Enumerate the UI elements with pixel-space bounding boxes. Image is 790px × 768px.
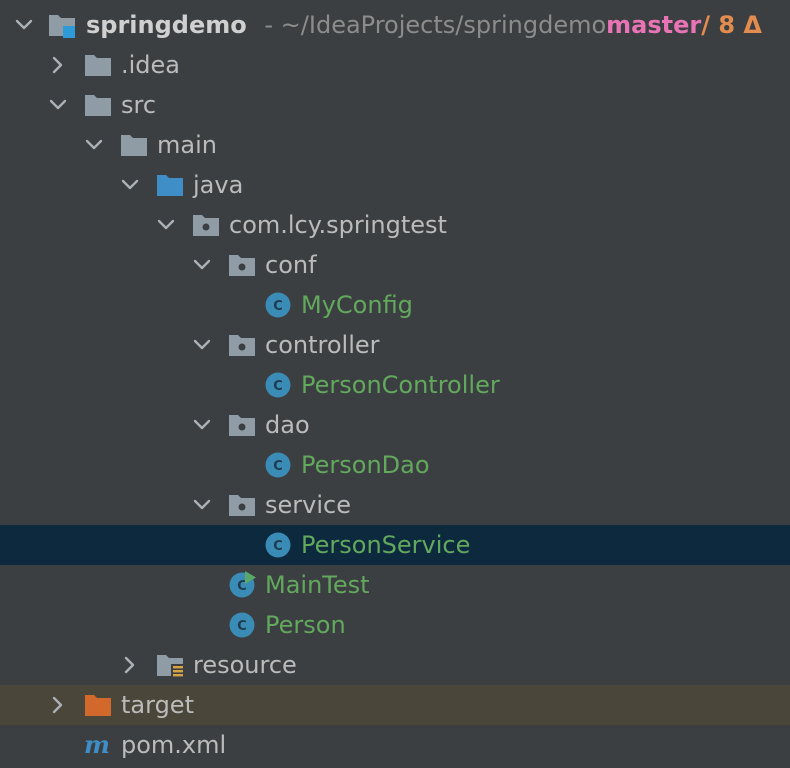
resources-folder-icon — [157, 655, 184, 678]
tree-label-conf: conf — [265, 251, 317, 279]
svg-text:C: C — [273, 299, 283, 314]
chevron-down-icon[interactable] — [46, 93, 70, 117]
git-branch: master — [606, 11, 702, 39]
source-folder-icon — [157, 175, 183, 196]
folder-icon — [121, 135, 147, 156]
chevron-right-icon[interactable] — [46, 53, 70, 77]
tree-label-src: src — [121, 91, 157, 119]
chevron-down-icon[interactable] — [190, 253, 214, 277]
svg-text:m: m — [84, 731, 110, 759]
excluded-folder-icon — [85, 695, 111, 716]
tree-row-controller[interactable]: controller — [0, 325, 790, 365]
chevron-down-icon[interactable] — [82, 133, 106, 157]
project-path: - ~/IdeaProjects/springdemo — [264, 11, 607, 39]
chevron-down-icon[interactable] — [190, 493, 214, 517]
tree-row-service[interactable]: service — [0, 485, 790, 525]
tree-row-main[interactable]: main — [0, 125, 790, 165]
chevron-down-icon[interactable] — [154, 213, 178, 237]
tree-label-person-dao: PersonDao — [301, 451, 430, 479]
tree-label-person: Person — [265, 611, 346, 639]
tree-label-main-test: MainTest — [265, 571, 370, 599]
tree-row-person-dao[interactable]: C PersonDao — [0, 445, 790, 485]
class-icon: C — [229, 612, 255, 638]
class-icon: C — [265, 292, 291, 318]
tree-row-pom[interactable]: m pom.xml — [0, 725, 790, 765]
folder-icon — [85, 95, 111, 116]
tree-label-myconfig: MyConfig — [301, 291, 413, 319]
chevron-down-icon[interactable] — [190, 333, 214, 357]
tree-label-package: com.lcy.springtest — [229, 211, 447, 239]
tree-label-target: target — [121, 691, 194, 719]
tree-row-person[interactable]: C Person — [0, 605, 790, 645]
tree-label-pom: pom.xml — [121, 731, 227, 759]
class-icon: C — [265, 452, 291, 478]
tree-label-resource: resource — [193, 651, 297, 679]
tree-label-main: main — [157, 131, 217, 159]
tree-row-resource[interactable]: resource — [0, 645, 790, 685]
tree-row-idea[interactable]: .idea — [0, 45, 790, 85]
tree-label-person-controller: PersonController — [301, 371, 500, 399]
tree-row-dao[interactable]: dao — [0, 405, 790, 445]
chevron-right-icon[interactable] — [46, 693, 70, 717]
chevron-down-icon[interactable] — [12, 13, 36, 37]
git-changes: / 8 Δ — [701, 11, 762, 39]
tree-row-springdemo[interactable]: springdemo - ~/IdeaProjects/springdemoma… — [0, 5, 790, 45]
tree-label-person-service: PersonService — [301, 531, 471, 559]
tree-label-controller: controller — [265, 331, 380, 359]
tree-row-main-test[interactable]: C MainTest — [0, 565, 790, 605]
tree-label-idea: .idea — [121, 51, 181, 79]
class-icon: C — [265, 532, 291, 558]
project-name: springdemo — [86, 11, 247, 39]
tree-row-conf[interactable]: conf — [0, 245, 790, 285]
tree-label-java: java — [193, 171, 244, 199]
class-icon: C — [265, 372, 291, 398]
maven-icon: m — [84, 731, 110, 759]
package-icon — [193, 215, 219, 236]
svg-text:C: C — [273, 379, 283, 394]
chevron-right-icon[interactable] — [118, 653, 142, 677]
project-tree: springdemo - ~/IdeaProjects/springdemoma… — [0, 5, 790, 765]
tree-row-person-service[interactable]: C PersonService — [0, 525, 790, 565]
folder-icon — [85, 55, 111, 76]
chevron-down-icon[interactable] — [190, 413, 214, 437]
tree-row-src[interactable]: src — [0, 85, 790, 125]
project-folder-icon — [49, 15, 75, 38]
tree-row-package[interactable]: com.lcy.springtest — [0, 205, 790, 245]
chevron-down-icon[interactable] — [118, 173, 142, 197]
tree-row-target[interactable]: target — [0, 685, 790, 725]
svg-text:C: C — [273, 459, 283, 474]
tree-row-java[interactable]: java — [0, 165, 790, 205]
svg-text:C: C — [237, 619, 247, 634]
package-icon — [229, 415, 255, 436]
package-icon — [229, 495, 255, 516]
tree-label-dao: dao — [265, 411, 310, 439]
tree-row-person-controller[interactable]: C PersonController — [0, 365, 790, 405]
package-icon — [229, 255, 255, 276]
runnable-class-icon: C — [229, 571, 256, 598]
svg-text:C: C — [273, 539, 283, 554]
tree-row-myconfig[interactable]: C MyConfig — [0, 285, 790, 325]
package-icon — [229, 335, 255, 356]
tree-label-service: service — [265, 491, 351, 519]
